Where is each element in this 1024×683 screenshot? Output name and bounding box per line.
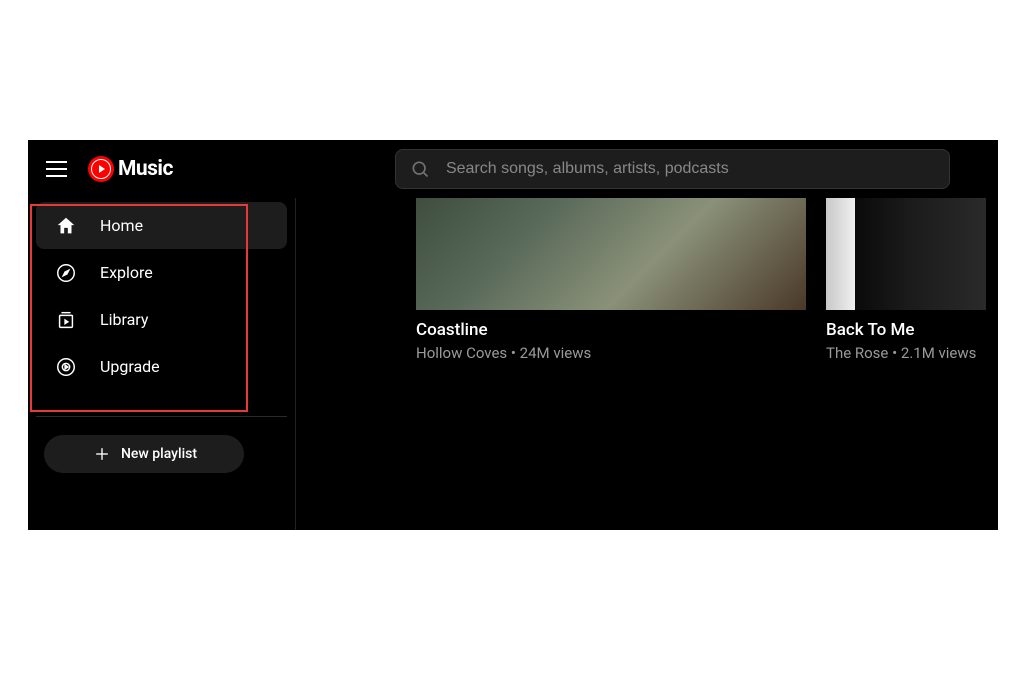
search-bar[interactable] <box>395 149 950 189</box>
logo[interactable]: Music <box>88 156 173 182</box>
header: Music <box>28 140 998 198</box>
sidebar-item-label: Home <box>100 216 143 235</box>
sidebar-item-upgrade[interactable]: Upgrade <box>36 343 287 390</box>
app-window: Music Home Explore <box>28 140 998 530</box>
new-playlist-button[interactable]: New playlist <box>44 435 244 473</box>
menu-button[interactable] <box>46 157 70 181</box>
track-meta: The Rose • 2.1M views <box>826 344 986 362</box>
track-card[interactable]: Coastline Hollow Coves • 24M views <box>416 198 806 530</box>
hamburger-icon <box>46 168 67 170</box>
logo-text: Music <box>118 157 173 181</box>
track-card[interactable]: Back To Me The Rose • 2.1M views <box>826 198 986 530</box>
new-playlist-label: New playlist <box>121 446 197 462</box>
track-meta: Hollow Coves • 24M views <box>416 344 806 362</box>
sidebar-item-label: Library <box>100 310 148 329</box>
hamburger-icon <box>46 161 67 163</box>
sidebar-item-home[interactable]: Home <box>36 202 287 249</box>
sidebar-item-explore[interactable]: Explore <box>36 249 287 296</box>
upgrade-icon <box>54 355 78 379</box>
youtube-music-icon <box>88 156 114 182</box>
sidebar-item-library[interactable]: Library <box>36 296 287 343</box>
track-thumbnail <box>826 198 986 310</box>
track-thumbnail <box>416 198 806 310</box>
sidebar-item-label: Explore <box>100 263 153 282</box>
track-title: Back To Me <box>826 320 986 340</box>
track-title: Coastline <box>416 320 806 340</box>
home-icon <box>54 214 78 238</box>
plus-icon <box>91 443 113 465</box>
search-icon <box>410 159 430 179</box>
hamburger-icon <box>46 175 67 177</box>
explore-icon <box>54 261 78 285</box>
search-input[interactable] <box>446 160 935 178</box>
main-content: Coastline Hollow Coves • 24M views Back … <box>296 198 998 530</box>
sidebar-item-label: Upgrade <box>100 357 160 376</box>
sidebar-divider <box>36 416 287 417</box>
content-row: Home Explore Library Upgrade <box>28 198 998 530</box>
sidebar: Home Explore Library Upgrade <box>28 198 296 530</box>
library-icon <box>54 308 78 332</box>
